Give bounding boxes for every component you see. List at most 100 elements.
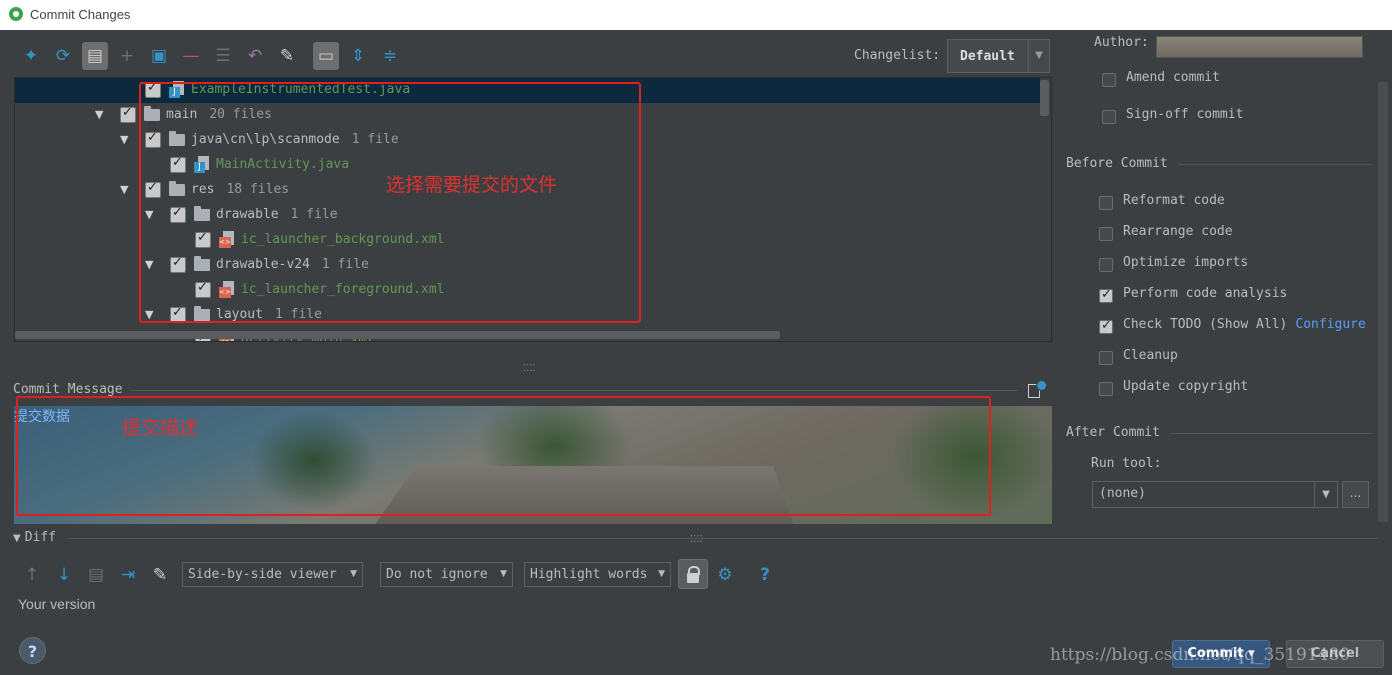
splitter-handle[interactable]: ⁚⁚⁚⁚ <box>523 363 536 374</box>
author-input[interactable] <box>1156 36 1363 58</box>
tree-row[interactable]: ic_launcher_foreground.xml <box>15 278 1040 303</box>
amend-commit-label: Amend commit <box>1126 70 1220 85</box>
expand-arrow-icon[interactable]: ▼ <box>120 183 128 196</box>
shelve-icon[interactable]: ☰ <box>210 42 236 70</box>
collapse-arrow-icon: ▼ <box>13 533 21 544</box>
diff-toggle[interactable]: ▼ Diff <box>13 530 56 545</box>
group-by-icon[interactable]: ▤ <box>82 42 108 70</box>
android-studio-icon <box>9 7 23 21</box>
amend-commit-checkbox[interactable] <box>1102 73 1116 87</box>
tree-row[interactable]: ExampleInstrumentedTest.java <box>15 78 1040 103</box>
tree-row[interactable]: ▼ java\cn\lp\scanmode1 file <box>15 128 1040 153</box>
commit-message-text: 提交数据 <box>14 409 70 425</box>
tree-vertical-scrollbar[interactable] <box>1040 80 1049 116</box>
folder-icon <box>169 181 185 196</box>
tree-row[interactable]: ▼ drawable1 file <box>15 203 1040 228</box>
lock-icon[interactable] <box>678 559 708 589</box>
select-files-annotation: 选择需要提交的文件 <box>386 174 558 196</box>
revert-icon[interactable]: ↶ <box>242 42 268 70</box>
show-diff-icon[interactable]: ✦ <box>18 42 44 70</box>
show-details-icon[interactable]: ▭ <box>313 42 339 70</box>
folder-name: main 20 files <box>166 107 272 122</box>
edit-source-icon[interactable]: ✎ <box>274 42 300 70</box>
folder-name: layout 1 file <box>216 307 322 322</box>
changes-tree[interactable]: ExampleInstrumentedTest.java ▼ main20 fi… <box>14 77 1052 342</box>
file-name: MainActivity.java <box>216 157 350 172</box>
configure-link[interactable]: Configure <box>1295 317 1365 332</box>
optimize-imports-checkbox[interactable] <box>1099 258 1113 272</box>
file-checkbox[interactable] <box>195 280 211 298</box>
add-icon[interactable]: + <box>114 42 140 70</box>
next-difference-icon[interactable]: ↓ <box>52 563 76 587</box>
expand-arrow-icon[interactable]: ▼ <box>95 108 103 121</box>
changelist-select[interactable]: Default ▼ <box>947 39 1050 73</box>
rearrange-code-label: Rearrange code <box>1123 224 1233 239</box>
collapse-all-icon[interactable]: ≑ <box>377 42 403 70</box>
check-todo-label: Check TODO (Show All) Configure <box>1123 317 1366 332</box>
file-checkbox[interactable] <box>145 80 161 98</box>
help-icon[interactable]: ? <box>753 563 777 587</box>
folder-icon <box>194 206 210 221</box>
help-button[interactable]: ? <box>19 637 46 664</box>
ignore-whitespace-dropdown[interactable]: Do not ignore <box>380 562 513 587</box>
reformat-code-checkbox[interactable] <box>1099 196 1113 210</box>
tree-row[interactable]: ▼ main20 files <box>15 103 1040 128</box>
file-checkbox[interactable] <box>170 155 186 173</box>
remove-icon[interactable]: — <box>178 42 204 70</box>
java-file-icon <box>169 81 185 98</box>
run-tool-select[interactable]: (none) ▼ <box>1092 481 1338 508</box>
expand-arrow-icon[interactable]: ▼ <box>145 308 153 321</box>
compare-next-file-icon[interactable]: ⇥ <box>116 563 140 587</box>
folder-checkbox[interactable] <box>145 130 161 148</box>
window-title: Commit Changes <box>30 7 131 22</box>
previous-difference-icon[interactable]: ↑ <box>20 563 44 587</box>
tree-row[interactable]: ▼ drawable-v241 file <box>15 253 1040 278</box>
check-todo-checkbox[interactable] <box>1099 318 1113 334</box>
update-copyright-label: Update copyright <box>1123 379 1249 394</box>
folder-checkbox[interactable] <box>170 255 186 273</box>
tree-row[interactable]: ▼ layout1 file <box>15 303 1040 328</box>
folder-name: java\cn\lp\scanmode 1 file <box>191 132 399 147</box>
edit-source-icon[interactable]: ✎ <box>148 563 172 587</box>
perform-code-analysis-checkbox[interactable] <box>1099 287 1113 303</box>
xml-file-icon <box>219 281 235 298</box>
folder-checkbox[interactable] <box>120 105 136 123</box>
folder-icon <box>144 106 160 121</box>
splitter-handle[interactable]: ⁚⁚⁚⁚ <box>690 534 703 545</box>
browse-button[interactable]: ... <box>1342 481 1369 508</box>
folder-checkbox[interactable] <box>170 205 186 223</box>
your-version-label: Your version <box>18 596 96 612</box>
commit-description-annotation: 提交描述 <box>122 417 199 439</box>
changelist-value: Default <box>960 49 1015 64</box>
perform-code-analysis-label: Perform code analysis <box>1123 286 1288 301</box>
expand-arrow-icon[interactable]: ▼ <box>120 133 128 146</box>
tree-row[interactable]: ic_launcher_background.xml <box>15 228 1040 253</box>
message-history-icon[interactable] <box>1027 380 1047 400</box>
rearrange-code-checkbox[interactable] <box>1099 227 1113 241</box>
viewer-mode-dropdown[interactable]: Side-by-side viewer <box>182 562 363 587</box>
right-panel-scrollbar[interactable] <box>1378 82 1388 522</box>
expand-arrow-icon[interactable]: ▼ <box>145 208 153 221</box>
move-to-changelist-icon[interactable]: ▣ <box>146 42 172 70</box>
author-label: Author: <box>1094 35 1149 50</box>
expand-arrow-icon[interactable]: ▼ <box>145 258 153 271</box>
expand-all-icon[interactable]: ⇕ <box>345 42 371 70</box>
sign-off-checkbox[interactable] <box>1102 110 1116 124</box>
changelist-label: Changelist: <box>854 48 941 63</box>
folder-checkbox[interactable] <box>145 180 161 198</box>
gear-icon[interactable]: ⚙ <box>713 563 737 587</box>
highlight-mode-dropdown[interactable]: Highlight words <box>524 562 671 587</box>
tree-horizontal-scrollbar[interactable] <box>15 331 780 339</box>
file-name: ExampleInstrumentedTest.java <box>191 82 411 97</box>
file-checkbox[interactable] <box>195 230 211 248</box>
compare-previous-file-icon[interactable]: ▤ <box>84 563 108 587</box>
title-bar: Commit Changes <box>0 0 1392 30</box>
java-file-icon <box>194 156 210 173</box>
sign-off-label: Sign-off commit <box>1126 107 1244 122</box>
update-copyright-checkbox[interactable] <box>1099 382 1113 396</box>
folder-name: drawable-v24 1 file <box>216 257 369 272</box>
folder-checkbox[interactable] <box>170 305 186 323</box>
cleanup-checkbox[interactable] <box>1099 351 1113 365</box>
cleanup-label: Cleanup <box>1123 348 1178 363</box>
refresh-icon[interactable]: ⟳ <box>50 42 76 70</box>
